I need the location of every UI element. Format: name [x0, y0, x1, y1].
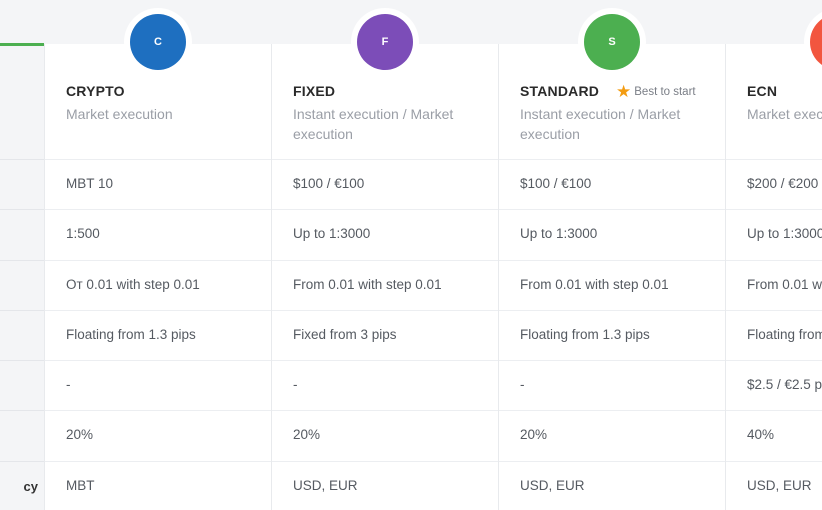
plan-header: S STANDARD ★ Best to start Instant execut…: [499, 8, 725, 160]
row-divider: [0, 159, 44, 160]
plan-card-crypto[interactable]: C CRYPTO Market execution MBT 10 1:500 О…: [44, 8, 271, 510]
row-divider: [0, 260, 44, 261]
star-icon: ★: [616, 82, 632, 101]
row-divider: [0, 360, 44, 361]
plan-name: STANDARD: [520, 83, 600, 99]
plan-card-ecn[interactable]: ECN Market execu $200 / €200 Up to 1:300…: [725, 44, 822, 510]
cell-min-deposit: $100 / €100: [272, 159, 498, 209]
best-to-start-badge: ★ Best to start: [616, 82, 696, 101]
cell-stop-out: 20%: [272, 410, 498, 460]
cell-stop-out: 20%: [45, 410, 271, 460]
plan-header: C CRYPTO Market execution: [45, 8, 271, 160]
cell-leverage: 1:500: [45, 209, 271, 259]
cell-currency: USD, EUR: [499, 461, 725, 510]
cell-min-deposit: $100 / €100: [499, 159, 725, 209]
plan-avatar-ring: S: [578, 8, 646, 76]
cell-currency: USD, EUR: [272, 461, 498, 510]
ecn-avatar-icon: [810, 14, 822, 70]
plan-avatar-icon: F: [357, 14, 413, 70]
cell-lot-size: From 0.01 w: [726, 260, 822, 310]
cell-commission: -: [272, 360, 498, 410]
cell-currency: USD, EUR: [726, 461, 822, 510]
cell-min-deposit: MBT 10: [45, 159, 271, 209]
plan-card-standard[interactable]: S STANDARD ★ Best to start Instant execut…: [498, 8, 725, 510]
cell-spread: Fixed from 3 pips: [272, 310, 498, 360]
row-divider: [0, 209, 44, 210]
plan-execution: Market execution: [66, 106, 173, 122]
cell-lot-size: От 0.01 with step 0.01: [45, 260, 271, 310]
cell-leverage: Up to 1:3000: [726, 209, 822, 259]
cell-spread: Floating from 1.3 pips: [45, 310, 271, 360]
cell-lot-size: From 0.01 with step 0.01: [272, 260, 498, 310]
plan-execution: Instant execution / Market execution: [293, 106, 454, 142]
cell-stop-out: 20%: [499, 410, 725, 460]
plan-name: ECN: [747, 83, 778, 99]
plan-avatar-icon: C: [130, 14, 186, 70]
plan-execution: Instant execution / Market execution: [520, 106, 681, 142]
cell-min-deposit: $200 / €200: [726, 159, 822, 209]
cell-currency: MBT: [45, 461, 271, 510]
row-divider: [0, 461, 44, 462]
cell-commission: $2.5 / €2.5 p: [726, 360, 822, 410]
plan-header: F FIXED Instant execution / Market execu…: [272, 8, 498, 160]
row-divider: [0, 410, 44, 411]
row-labels-column: cy: [0, 44, 44, 510]
cell-spread: Floating from 1.3 pips: [499, 310, 725, 360]
cell-commission: -: [45, 360, 271, 410]
cell-spread: Floating from: [726, 310, 822, 360]
plan-name: FIXED: [293, 83, 336, 99]
plan-avatar-ring: C: [124, 8, 192, 76]
cell-commission: -: [499, 360, 725, 410]
cell-lot-size: From 0.01 with step 0.01: [499, 260, 725, 310]
plan-header: ECN Market execu: [726, 44, 822, 160]
plan-card-fixed[interactable]: F FIXED Instant execution / Market execu…: [271, 8, 498, 510]
account-types-comparison: cy C CRYPTO Market execution MBT 10 1:50…: [0, 0, 822, 510]
row-divider: [0, 310, 44, 311]
cell-stop-out: 40%: [726, 410, 822, 460]
cell-leverage: Up to 1:3000: [272, 209, 498, 259]
plan-name: CRYPTO: [66, 83, 125, 99]
plan-avatar-ring: F: [351, 8, 419, 76]
cell-leverage: Up to 1:3000: [499, 209, 725, 259]
active-tab-indicator: [0, 43, 44, 46]
plan-execution: Market execu: [747, 106, 822, 122]
row-label-currency: cy: [23, 479, 38, 494]
plan-avatar-icon: S: [584, 14, 640, 70]
